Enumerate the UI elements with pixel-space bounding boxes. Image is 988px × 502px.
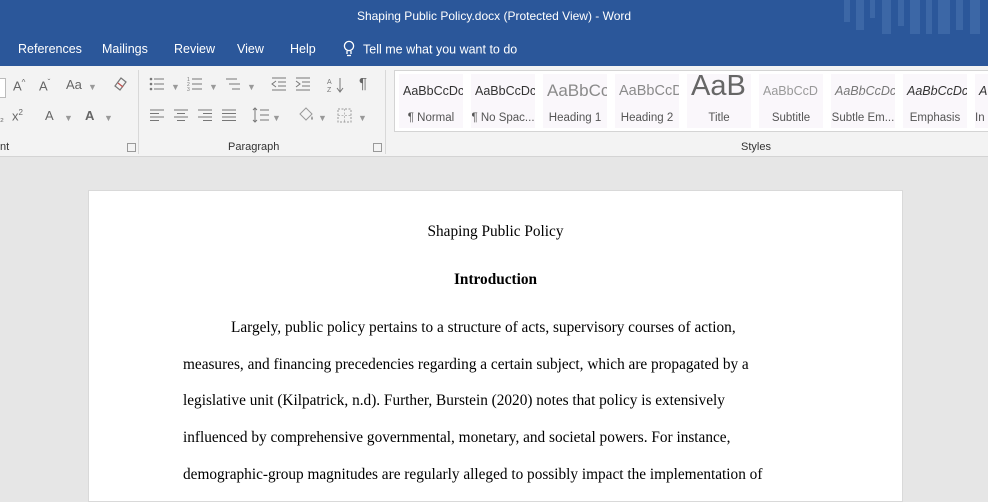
svg-text:Z: Z: [327, 87, 332, 94]
style-label: Subtitle: [771, 112, 811, 124]
style-label: In: [975, 112, 985, 124]
chevron-down-icon[interactable]: ▼: [64, 113, 73, 123]
style-preview: AaB: [691, 74, 746, 102]
ribbon-tabs: References Mailings Review View Help Tel…: [0, 34, 988, 66]
style-subtle-emphasis[interactable]: AaBbCcDc Subtle Em...: [831, 74, 895, 128]
ribbon: A^ Aˇ Aa ▼ ₂ x2 A ▼ A ▼ nt ▼ 123 ▼ ▼ AZ …: [0, 66, 988, 157]
clear-formatting-icon[interactable]: [112, 76, 128, 95]
font-color-icon[interactable]: A: [85, 108, 94, 123]
increase-indent-icon[interactable]: [295, 76, 311, 95]
tell-me-search[interactable]: Tell me what you want to do: [343, 40, 517, 60]
style-heading-1[interactable]: AaBbCc Heading 1: [543, 74, 607, 128]
chevron-down-icon[interactable]: ▼: [318, 113, 327, 123]
style-preview: AaBbCcDc: [907, 84, 967, 98]
group-separator: [385, 70, 386, 154]
paragraph-line: demographic-group magnitudes are regular…: [183, 466, 763, 483]
svg-text:3: 3: [187, 87, 190, 92]
paragraph-group-label: Paragraph: [228, 141, 280, 153]
document-page[interactable]: Shaping Public Policy Introduction Large…: [88, 190, 903, 502]
document-title: Shaping Public Policy: [427, 223, 564, 240]
chevron-down-icon[interactable]: ▼: [88, 82, 97, 92]
chevron-down-icon[interactable]: ▼: [104, 113, 113, 123]
style-preview: AaBbCc: [547, 81, 607, 100]
font-name-box-edge[interactable]: [0, 78, 6, 98]
styles-group-label: Styles: [741, 141, 771, 153]
chevron-down-icon[interactable]: ▼: [272, 113, 281, 123]
chevron-down-icon[interactable]: ▼: [247, 82, 256, 92]
style-label: Subtle Em...: [831, 112, 895, 124]
paragraph-dialog-launcher-icon[interactable]: [373, 143, 382, 152]
paragraph-line: influenced by comprehensive governmental…: [183, 429, 731, 446]
decrease-indent-icon[interactable]: [271, 76, 287, 95]
justify-icon[interactable]: [221, 108, 237, 125]
borders-icon[interactable]: [337, 108, 352, 126]
font-dialog-launcher-icon[interactable]: [127, 143, 136, 152]
superscript-icon[interactable]: x2: [12, 108, 23, 123]
section-heading: Introduction: [453, 271, 538, 288]
style-label: ¶ Normal: [407, 112, 455, 124]
style-preview: A: [979, 84, 988, 98]
svg-text:A: A: [327, 79, 332, 86]
align-right-icon[interactable]: [197, 108, 213, 125]
tab-view[interactable]: View: [237, 42, 264, 56]
tab-review[interactable]: Review: [174, 42, 215, 56]
sort-icon[interactable]: AZ: [327, 76, 345, 97]
font-group-label: nt: [0, 141, 10, 153]
style-label: ¶ No Spac...: [471, 112, 535, 124]
grow-font-icon[interactable]: A^: [13, 78, 25, 93]
numbering-icon[interactable]: 123: [187, 76, 203, 95]
style-subtitle[interactable]: AaBbCcD Subtitle: [759, 74, 823, 128]
align-left-icon[interactable]: [149, 108, 165, 125]
bullets-icon[interactable]: [149, 76, 165, 95]
style-preview: AaBbCcDc: [475, 84, 535, 98]
paragraph-line: measures, and financing precedencies reg…: [183, 356, 749, 373]
tab-references[interactable]: References: [18, 42, 82, 56]
subscript-icon[interactable]: ₂: [0, 113, 4, 124]
style-label: Heading 2: [620, 112, 674, 124]
style-intense-emphasis[interactable]: A In: [975, 74, 988, 128]
style-label: Title: [708, 112, 730, 124]
style-emphasis[interactable]: AaBbCcDc Emphasis: [903, 74, 967, 128]
tab-help[interactable]: Help: [290, 42, 316, 56]
shading-icon[interactable]: [297, 107, 315, 126]
style-label: Heading 1: [548, 112, 602, 124]
paragraph-line: Largely, public policy pertains to a str…: [231, 319, 736, 336]
shrink-font-icon[interactable]: Aˇ: [39, 78, 50, 93]
style-title[interactable]: AaB Title: [687, 74, 751, 128]
align-center-icon[interactable]: [173, 108, 189, 125]
show-formatting-marks-icon[interactable]: ¶: [359, 75, 367, 92]
line-spacing-icon[interactable]: [252, 107, 270, 126]
style-preview: AaBbCcD: [619, 83, 679, 99]
style-preview: AaBbCcDc: [403, 84, 463, 98]
change-case-icon[interactable]: Aa: [66, 77, 82, 92]
style-no-spacing[interactable]: AaBbCcDc ¶ No Spac...: [471, 74, 535, 128]
styles-gallery: AaBbCcDc ¶ Normal AaBbCcDc ¶ No Spac... …: [394, 70, 988, 132]
tab-mailings[interactable]: Mailings: [102, 42, 148, 56]
style-heading-2[interactable]: AaBbCcD Heading 2: [615, 74, 679, 128]
lightbulb-icon: [343, 40, 355, 60]
chevron-down-icon[interactable]: ▼: [358, 113, 367, 123]
chevron-down-icon[interactable]: ▼: [171, 82, 180, 92]
style-normal[interactable]: AaBbCcDc ¶ Normal: [399, 74, 463, 128]
multilevel-list-icon[interactable]: [225, 76, 241, 95]
text-effects-icon[interactable]: A: [45, 108, 54, 123]
style-preview: AaBbCcD: [763, 84, 818, 98]
paragraph-line: legislative unit (Kilpatrick, n.d). Furt…: [183, 392, 725, 409]
tell-me-label: Tell me what you want to do: [363, 42, 518, 57]
style-label: Emphasis: [909, 112, 961, 124]
style-preview: AaBbCcDc: [835, 84, 895, 98]
group-separator: [138, 70, 139, 154]
chevron-down-icon[interactable]: ▼: [209, 82, 218, 92]
